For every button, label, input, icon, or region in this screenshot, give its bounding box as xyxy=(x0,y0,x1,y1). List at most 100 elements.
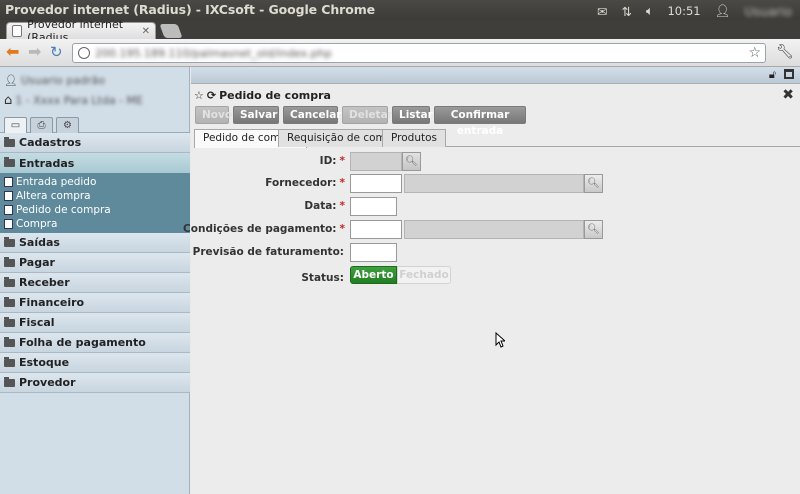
wrench-icon[interactable]: 🔧︎ xyxy=(776,44,794,60)
window-title: Provedor internet (Radius) - IXCsoft - G… xyxy=(5,2,376,17)
main-area: 🔓︎ ☆ ⟳ Pedido de compra ✖ Novo Salvar Ca… xyxy=(183,67,800,494)
status-fechado-button[interactable]: Fechado xyxy=(397,266,451,284)
mail-icon[interactable]: ✉ xyxy=(597,4,607,19)
sidebar-tab-windows[interactable]: ▭ xyxy=(4,117,27,134)
novo-button[interactable]: Novo xyxy=(195,106,232,124)
folder-icon xyxy=(4,316,15,327)
menu-folha-de-pagamento[interactable]: Folha de pagamento xyxy=(0,333,190,353)
fornecedor-name-field xyxy=(404,174,584,193)
condicoes-label: Condições de pagamento: * xyxy=(183,223,345,235)
folder-icon xyxy=(4,336,15,347)
deletar-button[interactable]: Deletar xyxy=(342,106,393,124)
close-tab-icon[interactable]: ✕ xyxy=(142,26,150,37)
menu-label: Cadastros xyxy=(19,136,82,149)
status-toggle: Aberto Fechado xyxy=(350,266,451,284)
reload-button[interactable]: ↻ xyxy=(50,44,63,60)
menu-pagar[interactable]: Pagar xyxy=(0,253,190,273)
unlock-icon[interactable]: 🔓︎ xyxy=(769,68,776,82)
status-label: Status: xyxy=(301,272,344,284)
sidebar: 👤︎ Usuario padrão ⌂ 1 - Xxxx Para Ltda -… xyxy=(0,67,190,494)
menu-label: Financeiro xyxy=(19,296,85,309)
required-marker: * xyxy=(339,177,346,189)
forward-button[interactable]: ➡ xyxy=(28,44,41,60)
condicoes-label-text: Condições de pagamento: xyxy=(183,223,337,235)
network-icon[interactable]: ⇅ xyxy=(621,4,631,19)
id-label: ID: * xyxy=(320,155,345,167)
back-button[interactable]: ⬅ xyxy=(6,44,19,60)
folder-icon xyxy=(4,236,15,247)
os-top-bar: Provedor internet (Radius) - IXCsoft - G… xyxy=(0,0,800,20)
submenu-label: Entrada pedido xyxy=(16,176,97,188)
search-icon[interactable]: 🔍︎ xyxy=(584,174,603,193)
menu-receber[interactable]: Receber xyxy=(0,273,190,293)
favorite-star-icon[interactable]: ☆ xyxy=(194,89,204,102)
browser-tab[interactable]: Provedor internet (Radius ✕ xyxy=(6,18,156,44)
menu-financeiro[interactable]: Financeiro xyxy=(0,293,190,313)
menu-provedor[interactable]: Provedor xyxy=(0,373,190,393)
gear-icon: ⚙ xyxy=(63,120,72,131)
menu-fiscal[interactable]: Fiscal xyxy=(0,313,190,333)
fornecedor-label-text: Fornecedor: xyxy=(265,177,337,189)
previsao-input[interactable] xyxy=(350,243,397,262)
id-field[interactable] xyxy=(350,152,402,171)
search-icon[interactable]: 🔍︎ xyxy=(402,152,421,171)
mouse-cursor-icon xyxy=(495,332,505,348)
salvar-button[interactable]: Salvar xyxy=(233,106,279,124)
menu-label: Fiscal xyxy=(19,316,55,329)
menu-label: Estoque xyxy=(19,356,70,369)
bookmark-star-icon[interactable]: ☆ xyxy=(748,45,761,61)
status-aberto-button[interactable]: Aberto xyxy=(350,266,397,284)
window-icon: ▭ xyxy=(10,120,21,131)
submenu-label: Compra xyxy=(16,218,58,230)
row-id: ID: * 🔍︎ xyxy=(191,152,800,172)
data-label-text: Data: xyxy=(304,200,337,212)
menu-estoque[interactable]: Estoque xyxy=(0,353,190,373)
menu-saidas[interactable]: Saídas xyxy=(0,233,190,253)
row-previsao: Previsão de faturamento: xyxy=(191,243,800,263)
url-text[interactable]: 200.195.189.110/palmasnet_old/index.php xyxy=(95,47,332,60)
refresh-icon[interactable]: ⟳ xyxy=(207,89,216,102)
submenu-label: Altera compra xyxy=(16,190,91,202)
sidebar-tab-settings[interactable]: ⚙ xyxy=(56,117,79,133)
panel-header: ☆ ⟳ Pedido de compra xyxy=(194,89,331,102)
row-data: Data: * xyxy=(191,197,800,217)
submenu-entrada-pedido[interactable]: Entrada pedido xyxy=(0,175,190,189)
os-user-name[interactable]: Usuario xyxy=(744,4,792,19)
close-panel-icon[interactable]: ✖ xyxy=(782,87,794,103)
submenu-compra[interactable]: Compra xyxy=(0,217,190,231)
menu-entradas[interactable]: Entradas xyxy=(0,153,190,173)
menu-cadastros[interactable]: Cadastros xyxy=(0,133,190,153)
globe-icon xyxy=(78,47,90,59)
submenu-altera-compra[interactable]: Altera compra xyxy=(0,189,190,203)
condicoes-name-field xyxy=(404,220,584,239)
confirmar-entrada-button[interactable]: Confirmar entrada xyxy=(434,106,526,137)
current-company: ⌂ 1 - Xxxx Para Ltda - ME xyxy=(4,93,143,108)
maximize-icon[interactable] xyxy=(784,69,794,79)
condicoes-code-input[interactable] xyxy=(350,220,402,239)
data-input[interactable] xyxy=(350,197,397,216)
panel-title: Pedido de compra xyxy=(219,89,331,102)
folder-icon xyxy=(4,136,15,147)
clock[interactable]: 10:51 xyxy=(667,4,700,18)
submenu-label: Pedido de compra xyxy=(16,204,111,216)
fornecedor-code-input[interactable] xyxy=(350,174,402,193)
search-icon[interactable]: 🔍︎ xyxy=(584,220,603,239)
folder-icon xyxy=(4,376,15,387)
previsao-label: Previsão de faturamento: xyxy=(192,246,344,258)
new-tab-button[interactable] xyxy=(159,24,183,38)
page-favicon-icon xyxy=(12,25,23,37)
document-icon xyxy=(4,205,13,215)
address-bar[interactable]: 200.195.189.110/palmasnet_old/index.php … xyxy=(72,43,766,63)
listar-button[interactable]: Listar xyxy=(392,106,433,124)
browser-toolbar: ⬅ ➡ ↻ 200.195.189.110/palmasnet_old/inde… xyxy=(0,39,800,67)
tab-produtos[interactable]: Produtos xyxy=(382,129,446,147)
system-tray: ✉ ⇅ 🔈︎ 10:51 👤︎ Usuario xyxy=(597,3,792,19)
cancelar-button[interactable]: Cancelar xyxy=(283,106,341,124)
fornecedor-label: Fornecedor: * xyxy=(265,177,345,189)
data-label: Data: * xyxy=(304,200,345,212)
volume-icon[interactable]: 🔈︎ xyxy=(646,3,654,19)
sidebar-tab-print[interactable]: ⎙ xyxy=(30,117,53,133)
submenu-pedido-de-compra[interactable]: Pedido de compra xyxy=(0,203,190,217)
id-label-text: ID: xyxy=(319,155,337,167)
user-icon[interactable]: 👤︎ xyxy=(715,3,731,19)
